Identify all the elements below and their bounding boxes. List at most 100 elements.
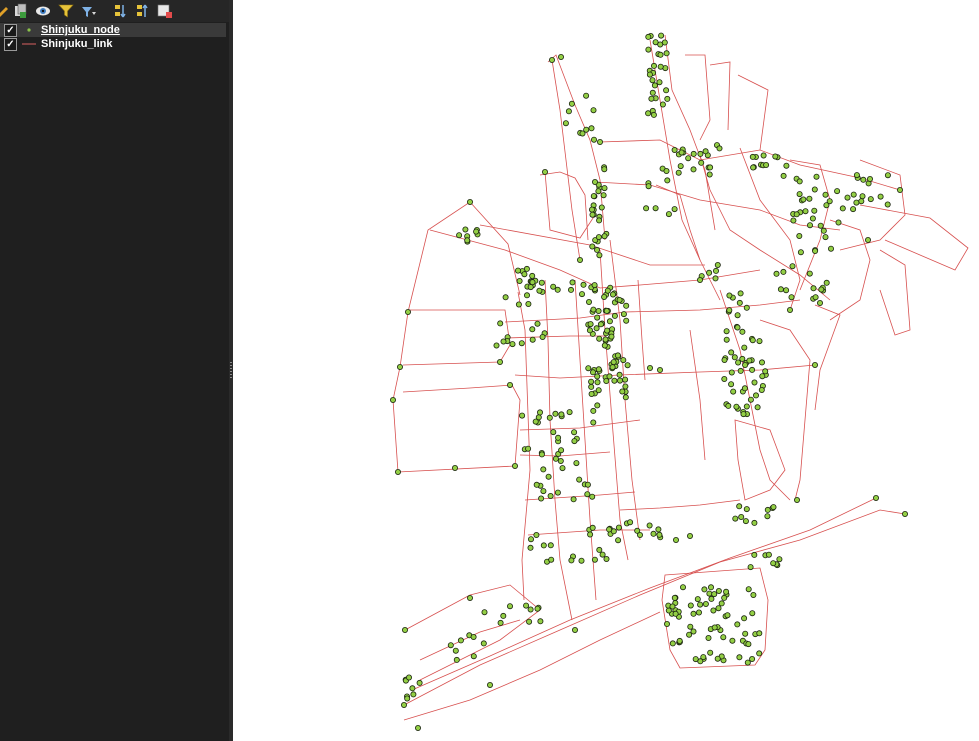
node-point	[594, 379, 601, 386]
node-point	[558, 447, 565, 454]
node-point	[811, 186, 818, 193]
node-point	[749, 656, 756, 663]
node-point	[637, 532, 644, 539]
node-point	[532, 418, 539, 425]
node-point	[547, 542, 554, 549]
node-point	[877, 193, 884, 200]
node-point	[759, 359, 766, 366]
node-point	[776, 556, 783, 563]
filter-legend-icon[interactable]	[58, 3, 74, 19]
node-point	[720, 634, 727, 641]
node-point	[400, 702, 407, 709]
node-point	[865, 236, 872, 243]
splitter-grip[interactable]	[230, 362, 232, 380]
node-point	[572, 627, 579, 634]
layer-name[interactable]: Shinjuku_node	[41, 23, 120, 37]
node-point	[603, 307, 610, 314]
collapse-all-icon[interactable]	[135, 3, 151, 19]
node-point	[697, 276, 704, 283]
node-point	[606, 318, 613, 325]
node-point	[576, 476, 583, 483]
node-point	[470, 653, 477, 660]
node-point	[529, 279, 536, 286]
node-point	[745, 641, 752, 648]
node-point	[749, 610, 756, 617]
node-point	[602, 336, 609, 343]
link-line	[397, 384, 521, 473]
node-point	[592, 178, 599, 185]
node-point	[525, 445, 532, 452]
node-point	[742, 518, 749, 525]
node-point	[751, 519, 758, 526]
layer-name[interactable]: Shinjuku_link	[41, 37, 113, 51]
map-canvas[interactable]	[233, 0, 979, 741]
node-point	[595, 307, 602, 314]
node-point	[405, 674, 412, 681]
node-point	[800, 196, 807, 203]
node-point	[588, 378, 595, 385]
node-point	[759, 373, 766, 380]
link-line	[879, 249, 911, 336]
node-point	[659, 101, 666, 108]
filter-expression-icon[interactable]	[80, 3, 96, 19]
node-point	[452, 647, 459, 654]
node-point	[751, 551, 758, 558]
link-line	[519, 451, 611, 457]
visibility-eye-icon[interactable]	[35, 3, 51, 19]
style-manager-icon[interactable]	[0, 3, 10, 19]
node-point	[731, 354, 738, 361]
link-line	[551, 59, 581, 261]
node-point	[802, 208, 809, 215]
layer-row-shinjuku-link[interactable]: ✓ Shinjuku_link	[0, 37, 229, 51]
node-point	[525, 300, 532, 307]
node-point	[787, 306, 794, 313]
shinjuku-node-layer	[389, 32, 909, 732]
node-point	[749, 366, 756, 373]
node-point	[603, 556, 610, 563]
visibility-checkbox[interactable]: ✓	[4, 38, 17, 51]
node-point	[765, 551, 772, 558]
node-point	[884, 201, 891, 208]
node-point	[554, 489, 561, 496]
node-point	[651, 62, 658, 69]
node-point	[610, 291, 617, 298]
node-point	[599, 551, 606, 558]
node-point	[601, 233, 608, 240]
node-point	[506, 603, 513, 610]
node-point	[818, 286, 825, 293]
node-point	[671, 206, 678, 213]
node-point	[597, 321, 604, 328]
node-point	[735, 359, 742, 366]
node-point	[671, 146, 678, 153]
node-point	[617, 377, 624, 384]
expand-all-icon[interactable]	[113, 3, 129, 19]
node-point	[591, 556, 598, 563]
node-point	[590, 407, 597, 414]
node-point	[777, 286, 784, 293]
node-point	[529, 336, 536, 343]
layer-row-shinjuku-node[interactable]: ✓ Shinjuku_node	[0, 23, 226, 37]
node-point	[496, 358, 503, 365]
link-line	[859, 204, 969, 271]
remove-layer-icon[interactable]	[157, 3, 173, 19]
link-line	[664, 34, 716, 231]
node-point	[753, 392, 760, 399]
link-line	[839, 159, 906, 251]
node-point	[401, 627, 408, 634]
node-point	[606, 526, 613, 533]
node-point	[902, 510, 909, 517]
node-point	[646, 71, 653, 78]
node-point	[586, 298, 593, 305]
node-point	[694, 596, 701, 603]
node-point	[725, 402, 732, 409]
node-point	[690, 628, 697, 635]
node-point	[741, 344, 748, 351]
node-point	[754, 404, 761, 411]
node-point	[672, 610, 679, 617]
node-point	[648, 95, 655, 102]
node-point	[601, 293, 608, 300]
visibility-checkbox[interactable]: ✓	[4, 24, 17, 37]
node-point	[394, 468, 401, 475]
add-group-icon[interactable]	[12, 3, 28, 19]
node-point	[673, 537, 680, 544]
